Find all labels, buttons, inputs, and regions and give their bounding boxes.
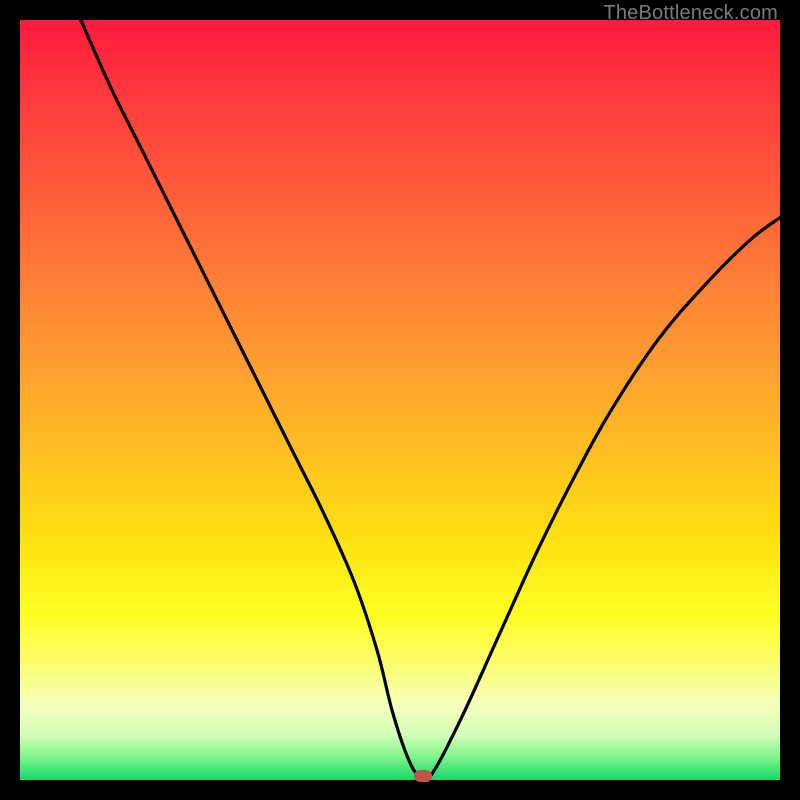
minimum-marker <box>414 770 432 782</box>
chart-frame: TheBottleneck.com <box>0 0 800 800</box>
bottleneck-curve <box>20 20 780 780</box>
plot-area <box>20 20 780 780</box>
